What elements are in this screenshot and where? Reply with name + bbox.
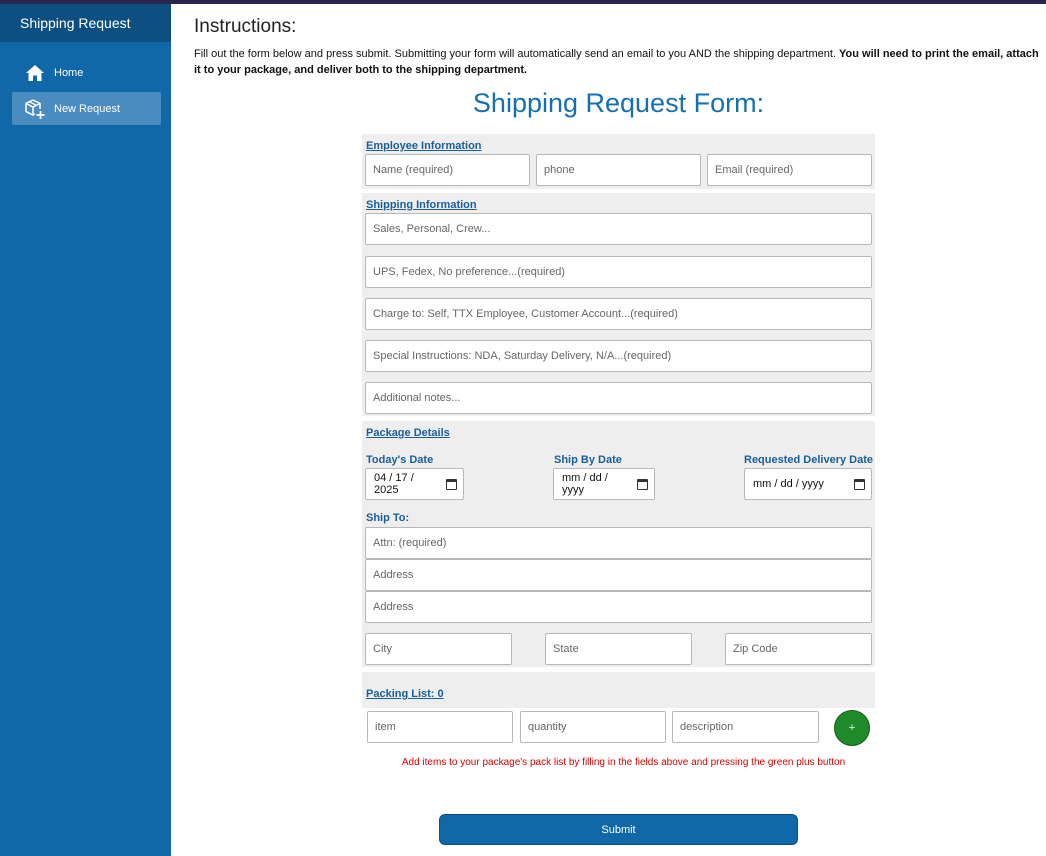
additional-notes-field[interactable] <box>365 382 872 414</box>
phone-field[interactable] <box>536 154 701 186</box>
sidebar-item-label: Home <box>54 66 84 79</box>
ship-by-date-value: mm / dd / yyyy <box>562 472 608 496</box>
name-field[interactable] <box>365 154 530 186</box>
form-title: Shipping Request Form: <box>472 88 765 118</box>
email-field[interactable] <box>707 154 872 186</box>
instructions-normal: Fill out the form below and press submit… <box>194 48 840 60</box>
delivery-date-value: mm / dd / yyyy <box>753 478 824 490</box>
today-date-label: Today's Date <box>366 454 434 466</box>
today-date-value: 04 / 17 / 2025 <box>374 472 414 496</box>
city-field[interactable] <box>365 633 512 665</box>
shipping-type-field[interactable] <box>365 213 872 245</box>
packing-list-title: Packing List: 0 <box>366 688 444 700</box>
sidebar-title: Shipping Request <box>0 4 171 42</box>
delivery-date-field[interactable]: mm / dd / yyyy <box>744 468 872 500</box>
delivery-date-label: Requested Delivery Date <box>744 454 873 466</box>
employee-section-title: Employee Information <box>366 140 482 152</box>
shipping-section-title: Shipping Information <box>366 199 477 211</box>
instructions-text: Fill out the form below and press submit… <box>194 46 1046 78</box>
charge-to-field[interactable] <box>365 298 872 330</box>
address-line2-field[interactable] <box>365 591 872 623</box>
calendar-icon[interactable] <box>854 478 865 490</box>
zip-code-field[interactable] <box>725 633 872 665</box>
ship-by-date-label: Ship By Date <box>554 454 622 466</box>
home-icon <box>24 62 46 84</box>
instructions-title: Instructions: <box>194 16 297 37</box>
add-package-icon <box>24 98 46 120</box>
packing-hint: Add items to your package's pack list by… <box>401 757 846 768</box>
calendar-icon[interactable] <box>446 478 457 490</box>
sidebar-item-new-request[interactable]: New Request <box>12 92 161 125</box>
calendar-icon[interactable] <box>637 478 648 490</box>
state-field[interactable] <box>545 633 692 665</box>
sidebar-item-label: New Request <box>54 102 121 115</box>
special-instructions-field[interactable] <box>365 340 872 372</box>
address-line1-field[interactable] <box>365 559 872 591</box>
today-date-field[interactable]: 04 / 17 / 2025 <box>365 468 464 500</box>
packing-description-field[interactable] <box>672 711 819 743</box>
packing-quantity-field[interactable] <box>520 711 666 743</box>
packing-item-field[interactable] <box>367 711 513 743</box>
submit-button[interactable]: Submit <box>439 814 798 845</box>
carrier-field[interactable] <box>365 256 872 288</box>
sidebar-item-home[interactable]: Home <box>12 56 161 89</box>
attn-field[interactable] <box>365 527 872 559</box>
add-item-button[interactable]: + <box>834 710 870 746</box>
package-section-title: Package Details <box>366 427 450 439</box>
ship-to-label: Ship To: <box>366 512 410 524</box>
ship-by-date-field[interactable]: mm / dd / yyyy <box>553 468 655 500</box>
sidebar: Shipping Request Home New Request <box>0 4 171 856</box>
